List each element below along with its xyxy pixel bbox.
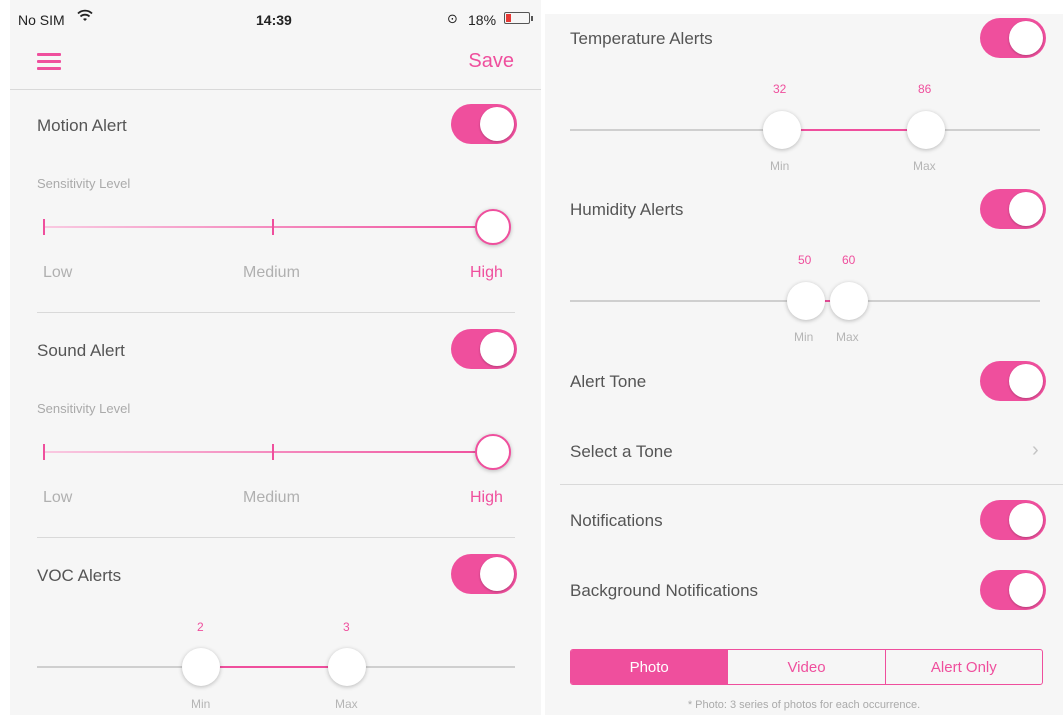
temperature-alerts-label: Temperature Alerts <box>570 29 713 48</box>
temperature-max-thumb[interactable] <box>907 111 945 149</box>
humidity-max-value: 60 <box>842 253 856 267</box>
orientation-lock-icon: ⊙ <box>447 11 458 26</box>
motion-low-label: Low <box>43 264 73 281</box>
battery-percent: 18% <box>468 12 497 28</box>
sound-medium-label: Medium <box>243 489 300 506</box>
voc-min-value: 2 <box>197 620 204 634</box>
humidity-min-label: Min <box>794 330 814 344</box>
clock: 14:39 <box>256 12 292 28</box>
sound-alert-toggle[interactable] <box>451 329 517 369</box>
status-bar: No SIM 14:39 ⊙ 18% <box>10 0 541 36</box>
capture-mode-footnote: * Photo: 3 series of photos for each occ… <box>687 699 921 711</box>
save-button[interactable]: Save <box>468 50 514 73</box>
voc-max-thumb[interactable] <box>328 648 366 686</box>
divider <box>560 484 1063 485</box>
sound-high-label: High <box>470 489 503 506</box>
divider <box>37 312 515 313</box>
capture-mode-photo[interactable]: Photo <box>571 650 728 684</box>
voc-max-label: Max <box>335 697 358 711</box>
voc-alerts-toggle[interactable] <box>451 554 517 594</box>
nav-bar: Save <box>10 36 541 90</box>
temperature-min-thumb[interactable] <box>763 111 801 149</box>
alert-tone-label: Alert Tone <box>570 372 647 391</box>
battery-icon <box>504 12 533 24</box>
capture-mode-segmented-control: Photo Video Alert Only <box>570 649 1043 685</box>
notifications-toggle[interactable] <box>980 500 1046 540</box>
motion-sensitivity-label: Sensitivity Level <box>37 176 131 191</box>
background-notifications-toggle[interactable] <box>980 570 1046 610</box>
voc-max-value: 3 <box>343 620 350 634</box>
wifi-icon <box>77 9 93 26</box>
motion-medium-label: Medium <box>243 264 300 281</box>
temperature-alerts-toggle[interactable] <box>980 18 1046 58</box>
temperature-max-label: Max <box>913 159 936 173</box>
motion-high-label: High <box>470 264 503 281</box>
divider <box>37 537 515 538</box>
chevron-right-icon: › <box>1032 439 1039 461</box>
humidity-min-value: 50 <box>798 253 812 267</box>
humidity-max-label: Max <box>836 330 859 344</box>
voc-min-thumb[interactable] <box>182 648 220 686</box>
humidity-min-thumb[interactable] <box>787 282 825 320</box>
motion-sensitivity-thumb[interactable] <box>475 209 511 245</box>
humidity-max-thumb[interactable] <box>830 282 868 320</box>
capture-mode-alert-only[interactable]: Alert Only <box>884 650 1042 684</box>
capture-mode-video[interactable]: Video <box>727 650 884 684</box>
sound-sensitivity-thumb[interactable] <box>475 434 511 470</box>
background-notifications-label: Background Notifications <box>570 581 759 600</box>
select-tone-label: Select a Tone <box>570 442 673 461</box>
motion-alert-label: Motion Alert <box>37 116 127 135</box>
left-settings-panel: No SIM 14:39 ⊙ 18% Save Motion Alert Sen… <box>10 0 541 715</box>
select-tone-row[interactable]: Select a Tone › <box>545 419 1063 485</box>
humidity-alerts-toggle[interactable] <box>980 189 1046 229</box>
sound-sensitivity-label: Sensitivity Level <box>37 401 131 416</box>
voc-alerts-label: VOC Alerts <box>37 566 122 585</box>
menu-icon[interactable] <box>37 51 61 71</box>
motion-alert-toggle[interactable] <box>451 104 517 144</box>
temperature-min-label: Min <box>770 159 790 173</box>
temperature-max-value: 86 <box>918 82 932 96</box>
voc-min-label: Min <box>191 697 211 711</box>
temperature-min-value: 32 <box>773 82 787 96</box>
right-settings-panel: Temperature Alerts 32 86 Min Max Humidit… <box>545 14 1063 715</box>
sound-alert-label: Sound Alert <box>37 341 125 360</box>
notifications-label: Notifications <box>570 511 663 530</box>
sound-low-label: Low <box>43 489 73 506</box>
humidity-alerts-label: Humidity Alerts <box>570 200 684 219</box>
carrier-label: No SIM <box>18 12 65 28</box>
alert-tone-toggle[interactable] <box>980 361 1046 401</box>
